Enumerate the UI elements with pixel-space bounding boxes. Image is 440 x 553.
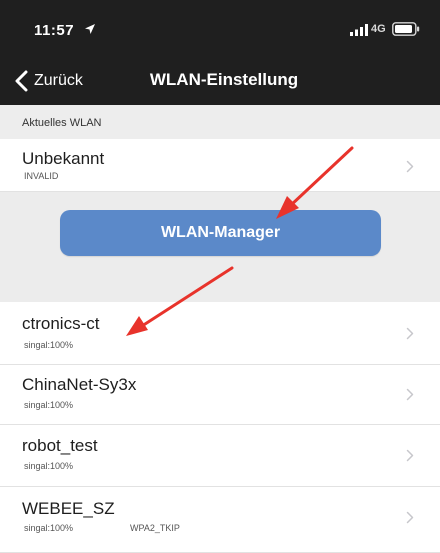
network-security: WPA2_TKIP bbox=[130, 523, 180, 533]
cellular-signal-icon bbox=[350, 24, 368, 36]
battery-icon bbox=[392, 22, 420, 36]
header: 11:57 4G Zurück WLAN-Einstellung bbox=[0, 0, 440, 105]
current-wlan-status: INVALID bbox=[24, 171, 59, 181]
chevron-right-icon bbox=[406, 327, 414, 340]
location-arrow-icon bbox=[85, 24, 95, 34]
status-bar: 11:57 4G bbox=[0, 0, 440, 58]
current-wlan-row[interactable]: Unbekannt INVALID bbox=[0, 139, 440, 192]
section-header-current-wlan: Aktuelles WLAN bbox=[0, 105, 440, 139]
network-signal: singal:100% bbox=[24, 340, 74, 350]
chevron-right-icon bbox=[406, 388, 414, 401]
section-label: Aktuelles WLAN bbox=[22, 117, 102, 129]
network-type: 4G bbox=[371, 23, 386, 35]
network-signal: singal:100% bbox=[24, 461, 74, 471]
wlan-settings-screen: 11:57 4G Zurück WLAN-Einstellung Aktuell… bbox=[0, 0, 440, 553]
network-signal: singal:100% bbox=[24, 400, 74, 410]
network-row-ctronics-ct[interactable]: ctronics-ct singal:100% bbox=[0, 302, 440, 365]
network-row-chinanet-sy3x[interactable]: ChinaNet-Sy3x singal:100% bbox=[0, 365, 440, 425]
network-ssid: ChinaNet-Sy3x bbox=[22, 375, 137, 394]
network-row-robot-test[interactable]: robot_test singal:100% bbox=[0, 425, 440, 487]
wlan-manager-area: WLAN-Manager bbox=[0, 192, 440, 302]
network-ssid: ctronics-ct bbox=[22, 314, 100, 333]
network-ssid: robot_test bbox=[22, 436, 98, 455]
navigation-bar: Zurück WLAN-Einstellung bbox=[0, 58, 440, 105]
page-title: WLAN-Einstellung bbox=[149, 70, 299, 89]
chevron-right-icon bbox=[406, 160, 414, 173]
network-ssid: WEBEE_SZ bbox=[22, 499, 115, 518]
network-signal: singal:100% bbox=[24, 523, 74, 533]
wlan-manager-button[interactable]: WLAN-Manager bbox=[60, 210, 381, 256]
network-row-webee-sz[interactable]: WEBEE_SZ singal:100% WPA2_TKIP bbox=[0, 487, 440, 553]
status-time: 11:57 bbox=[34, 22, 75, 39]
current-wlan-ssid: Unbekannt bbox=[22, 149, 105, 168]
chevron-right-icon bbox=[406, 511, 414, 524]
chevron-right-icon bbox=[406, 449, 414, 462]
